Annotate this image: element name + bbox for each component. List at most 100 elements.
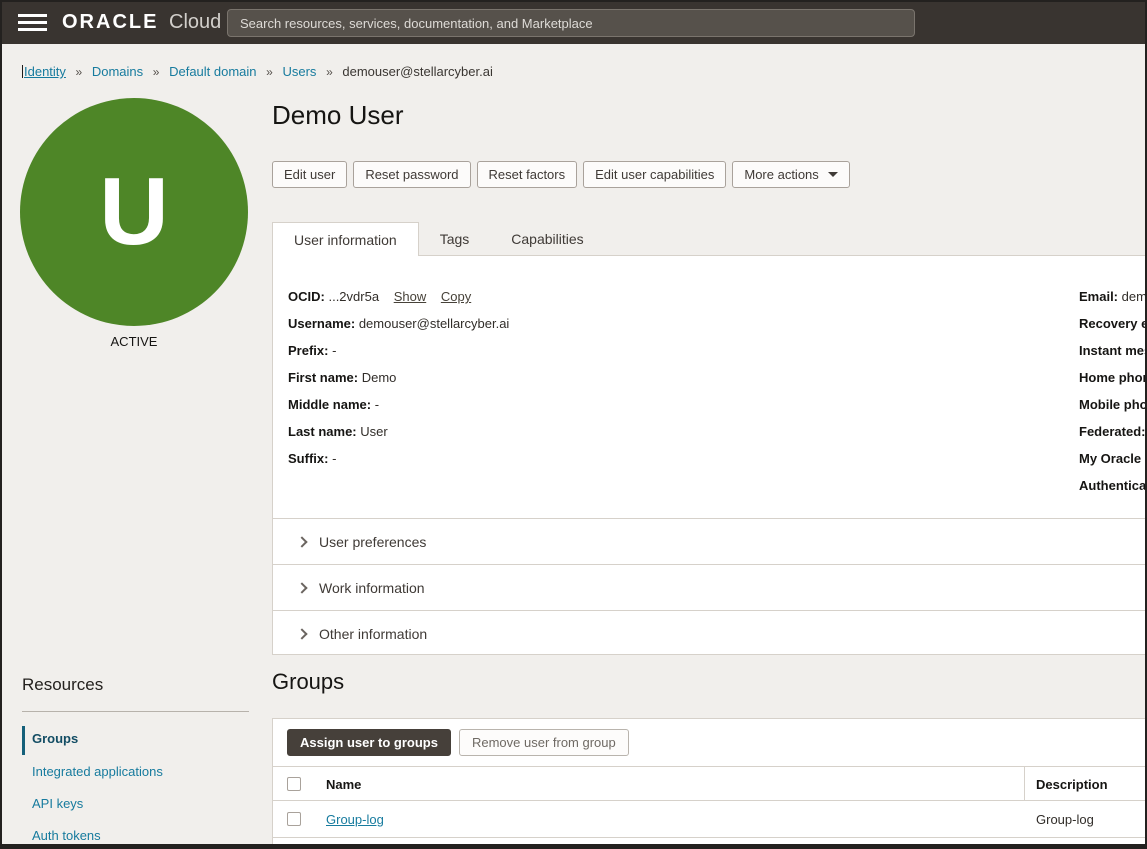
field-label: Middle name: bbox=[288, 397, 371, 412]
sidebar-item-groups[interactable]: Groups bbox=[32, 731, 78, 746]
reset-factors-button[interactable]: Reset factors bbox=[477, 161, 578, 188]
avatar-initial: U bbox=[99, 164, 168, 260]
field-middle-name: Middle name: - bbox=[288, 397, 379, 412]
breadcrumb-link-domains[interactable]: Domains bbox=[92, 64, 143, 79]
copy-ocid-link[interactable]: Copy bbox=[441, 289, 471, 304]
field-label: Prefix: bbox=[288, 343, 328, 358]
column-header-name: Name bbox=[326, 777, 361, 792]
field-last-name: Last name: User bbox=[288, 424, 388, 439]
section-other-information[interactable]: Other information bbox=[273, 610, 1147, 656]
tab-tags[interactable]: Tags bbox=[419, 222, 491, 256]
field-label: My Oracle bbox=[1079, 451, 1141, 466]
section-label: Work information bbox=[319, 580, 425, 596]
chevron-right-icon bbox=[296, 628, 307, 639]
global-search-input[interactable] bbox=[227, 9, 915, 37]
field-mobile-phone: Mobile pho bbox=[1079, 397, 1147, 412]
breadcrumb-current: demouser@stellarcyber.ai bbox=[342, 64, 492, 79]
field-value: ...2vdr5a bbox=[328, 289, 379, 304]
action-button-row: Edit user Reset password Reset factors E… bbox=[272, 161, 850, 188]
field-instant-messaging: Instant mes bbox=[1079, 343, 1147, 358]
field-label: Recovery e bbox=[1079, 316, 1147, 331]
text-caret bbox=[22, 65, 23, 78]
oracle-cloud-console-window: ORACLE Cloud Identity » Domains » Defaul… bbox=[0, 0, 1147, 849]
sidebar-item-api-keys[interactable]: API keys bbox=[32, 796, 83, 811]
breadcrumb: Identity » Domains » Default domain » Us… bbox=[22, 64, 493, 79]
groups-section-title: Groups bbox=[272, 669, 344, 695]
breadcrumb-link-identity[interactable]: Identity bbox=[24, 64, 66, 79]
field-value: Demo bbox=[362, 370, 397, 385]
chevron-down-icon bbox=[828, 172, 838, 177]
tab-user-information[interactable]: User information bbox=[272, 222, 419, 256]
field-label: OCID: bbox=[288, 289, 325, 304]
chevron-right-icon bbox=[296, 536, 307, 547]
field-suffix: Suffix: - bbox=[288, 451, 336, 466]
breadcrumb-link-users[interactable]: Users bbox=[282, 64, 316, 79]
field-first-name: First name: Demo bbox=[288, 370, 396, 385]
field-value: demouser@stellarcyber.ai bbox=[359, 316, 509, 331]
reset-password-button[interactable]: Reset password bbox=[353, 161, 470, 188]
resources-divider bbox=[22, 711, 249, 712]
breadcrumb-link-default-domain[interactable]: Default domain bbox=[169, 64, 256, 79]
breadcrumb-separator: » bbox=[153, 65, 160, 79]
breadcrumb-separator: » bbox=[326, 65, 333, 79]
field-label: Authentica bbox=[1079, 478, 1146, 493]
edit-user-button[interactable]: Edit user bbox=[272, 161, 347, 188]
field-value: - bbox=[375, 397, 379, 412]
table-row: Group-log Group-log bbox=[273, 801, 1147, 838]
field-label: Federated: bbox=[1079, 424, 1145, 439]
field-value: User bbox=[360, 424, 387, 439]
top-navigation-bar: ORACLE Cloud bbox=[2, 2, 1145, 44]
field-federated: Federated: bbox=[1079, 424, 1145, 439]
detail-tabs: User information Tags Capabilities bbox=[272, 222, 605, 256]
field-value: dem bbox=[1122, 289, 1147, 304]
field-email: Email: dem bbox=[1079, 289, 1147, 304]
hamburger-menu-icon[interactable] bbox=[18, 14, 47, 31]
page-title: Demo User bbox=[272, 100, 403, 131]
assign-user-to-groups-button[interactable]: Assign user to groups bbox=[287, 729, 451, 756]
groups-table-header: Name Description bbox=[273, 766, 1147, 801]
user-information-panel: OCID: ...2vdr5a Show Copy Username: demo… bbox=[272, 255, 1147, 655]
column-divider bbox=[1024, 767, 1025, 800]
group-name-link[interactable]: Group-log bbox=[326, 812, 384, 827]
select-all-checkbox[interactable] bbox=[287, 777, 301, 791]
row-select-checkbox[interactable] bbox=[287, 812, 301, 826]
field-label: Username: bbox=[288, 316, 355, 331]
section-label: User preferences bbox=[319, 534, 426, 550]
active-item-indicator bbox=[22, 726, 25, 755]
section-work-information[interactable]: Work information bbox=[273, 564, 1147, 610]
more-actions-label: More actions bbox=[744, 167, 818, 182]
field-label: Suffix: bbox=[288, 451, 328, 466]
section-user-preferences[interactable]: User preferences bbox=[273, 518, 1147, 564]
breadcrumb-separator: » bbox=[266, 65, 273, 79]
show-ocid-link[interactable]: Show bbox=[394, 289, 427, 304]
groups-toolbar: Assign user to groups Remove user from g… bbox=[287, 729, 629, 756]
field-label: Instant mes bbox=[1079, 343, 1147, 358]
field-home-phone: Home phon bbox=[1079, 370, 1147, 385]
field-label: First name: bbox=[288, 370, 358, 385]
tab-capabilities[interactable]: Capabilities bbox=[490, 222, 604, 256]
section-label: Other information bbox=[319, 626, 427, 642]
groups-panel: Assign user to groups Remove user from g… bbox=[272, 718, 1147, 849]
breadcrumb-separator: » bbox=[76, 65, 83, 79]
remove-user-from-group-button[interactable]: Remove user from group bbox=[459, 729, 629, 756]
oracle-cloud-logo[interactable]: ORACLE Cloud bbox=[62, 11, 221, 34]
sidebar-item-integrated-applications[interactable]: Integrated applications bbox=[32, 764, 163, 779]
status-badge: ACTIVE bbox=[20, 334, 248, 349]
chevron-right-icon bbox=[296, 582, 307, 593]
field-recovery-email: Recovery e bbox=[1079, 316, 1147, 331]
edit-user-capabilities-button[interactable]: Edit user capabilities bbox=[583, 161, 726, 188]
field-authentication: Authentica bbox=[1079, 478, 1146, 493]
user-avatar: U bbox=[20, 98, 248, 326]
logo-oracle-text: ORACLE bbox=[62, 11, 158, 33]
field-value: - bbox=[332, 451, 336, 466]
field-prefix: Prefix: - bbox=[288, 343, 336, 358]
field-ocid: OCID: ...2vdr5a Show Copy bbox=[288, 289, 471, 304]
field-label: Mobile pho bbox=[1079, 397, 1147, 412]
sidebar-item-auth-tokens[interactable]: Auth tokens bbox=[32, 828, 101, 843]
resources-heading: Resources bbox=[22, 675, 103, 695]
column-header-description: Description bbox=[1036, 777, 1108, 792]
field-my-oracle-support: My Oracle bbox=[1079, 451, 1141, 466]
more-actions-button[interactable]: More actions bbox=[732, 161, 849, 188]
field-label: Email: bbox=[1079, 289, 1118, 304]
group-description: Group-log bbox=[1036, 812, 1094, 827]
